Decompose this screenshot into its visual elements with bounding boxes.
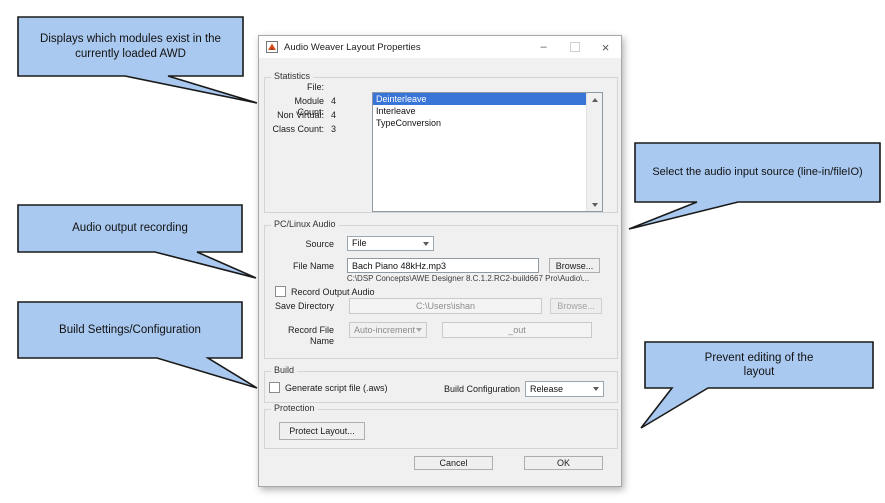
close-button[interactable]: × <box>590 36 621 58</box>
record-file-name-label: Record File Name <box>265 325 334 347</box>
build-legend: Build <box>271 365 297 375</box>
pc-linux-audio-legend: PC/Linux Audio <box>271 219 339 229</box>
non-virtual-value: 4 <box>331 110 336 121</box>
cancel-button[interactable]: Cancel <box>414 456 493 470</box>
scroll-down-icon[interactable] <box>587 198 602 211</box>
ok-button[interactable]: OK <box>524 456 603 470</box>
protection-legend: Protection <box>271 403 318 413</box>
maximize-icon <box>570 42 580 52</box>
callout-bubble-input-source <box>627 141 883 233</box>
save-directory-label: Save Directory <box>268 301 334 312</box>
record-file-suffix-field: _out <box>442 322 592 338</box>
dropdown-arrow-icon[interactable] <box>418 237 433 250</box>
build-group: Build Generate script file (.aws) Build … <box>264 371 618 403</box>
module-count-value: 4 <box>331 96 336 107</box>
pc-linux-audio-group: PC/Linux Audio Source File File Name Bro… <box>264 225 618 359</box>
layout-properties-dialog: Audio Weaver Layout Properties – × Stati… <box>258 35 622 487</box>
save-directory-field: C:\Users\ishan <box>349 298 542 314</box>
record-file-mode-value: Auto-increment <box>354 325 415 335</box>
non-virtual-label: Non Virtual: <box>268 110 324 121</box>
screenshot-root: Audio Weaver Layout Properties – × Stati… <box>0 0 885 503</box>
maximize-button[interactable] <box>559 36 590 58</box>
class-count-label: Class Count: <box>268 124 324 135</box>
dialog-title: Audio Weaver Layout Properties <box>284 42 421 53</box>
generate-script-label: Generate script file (.aws) <box>285 383 388 394</box>
record-output-checkbox[interactable] <box>275 286 286 297</box>
callout-bubble-audio-recording <box>16 203 262 283</box>
list-item[interactable]: Interleave <box>373 105 587 117</box>
class-count-value: 3 <box>331 124 336 135</box>
app-icon <box>266 41 278 53</box>
build-config-label: Build Configuration <box>435 384 520 395</box>
module-list[interactable]: Deinterleave Interleave TypeConversion <box>372 92 603 212</box>
generate-script-checkbox[interactable] <box>269 382 280 393</box>
record-file-mode-dropdown: Auto-increment <box>349 322 427 338</box>
scrollbar[interactable] <box>586 93 602 211</box>
source-value: File <box>352 238 367 248</box>
statistics-legend: Statistics <box>271 71 313 81</box>
dropdown-arrow-icon <box>411 323 426 337</box>
dropdown-arrow-icon[interactable] <box>588 382 603 396</box>
protect-layout-button[interactable]: Protect Layout... <box>279 422 365 440</box>
minimize-button[interactable]: – <box>528 36 559 58</box>
source-label: Source <box>268 239 334 250</box>
file-path-text: C:\DSP Concepts\AWE Designer 8.C.1.2.RC2… <box>320 274 616 283</box>
callout-bubble-build-settings <box>16 300 264 392</box>
browse-save-button: Browse... <box>550 298 602 314</box>
record-output-label: Record Output Audio <box>291 287 375 298</box>
source-dropdown[interactable]: File <box>347 236 434 251</box>
callout-bubble-protection <box>637 340 877 432</box>
list-item-selected[interactable]: Deinterleave <box>373 93 587 105</box>
statistics-group: Statistics File: Module Count: 4 Non Vir… <box>264 77 618 213</box>
file-name-label: File Name <box>268 261 334 272</box>
build-config-value: Release <box>530 384 563 394</box>
protection-group: Protection Protect Layout... <box>264 409 618 449</box>
callout-bubble-modules <box>16 15 262 110</box>
file-label: File: <box>268 82 324 93</box>
scroll-up-icon[interactable] <box>587 93 602 106</box>
browse-file-button[interactable]: Browse... <box>549 258 600 273</box>
title-bar[interactable]: Audio Weaver Layout Properties – × <box>259 36 621 58</box>
build-config-dropdown[interactable]: Release <box>525 381 604 397</box>
list-item[interactable]: TypeConversion <box>373 117 587 129</box>
file-name-input[interactable] <box>347 258 539 273</box>
